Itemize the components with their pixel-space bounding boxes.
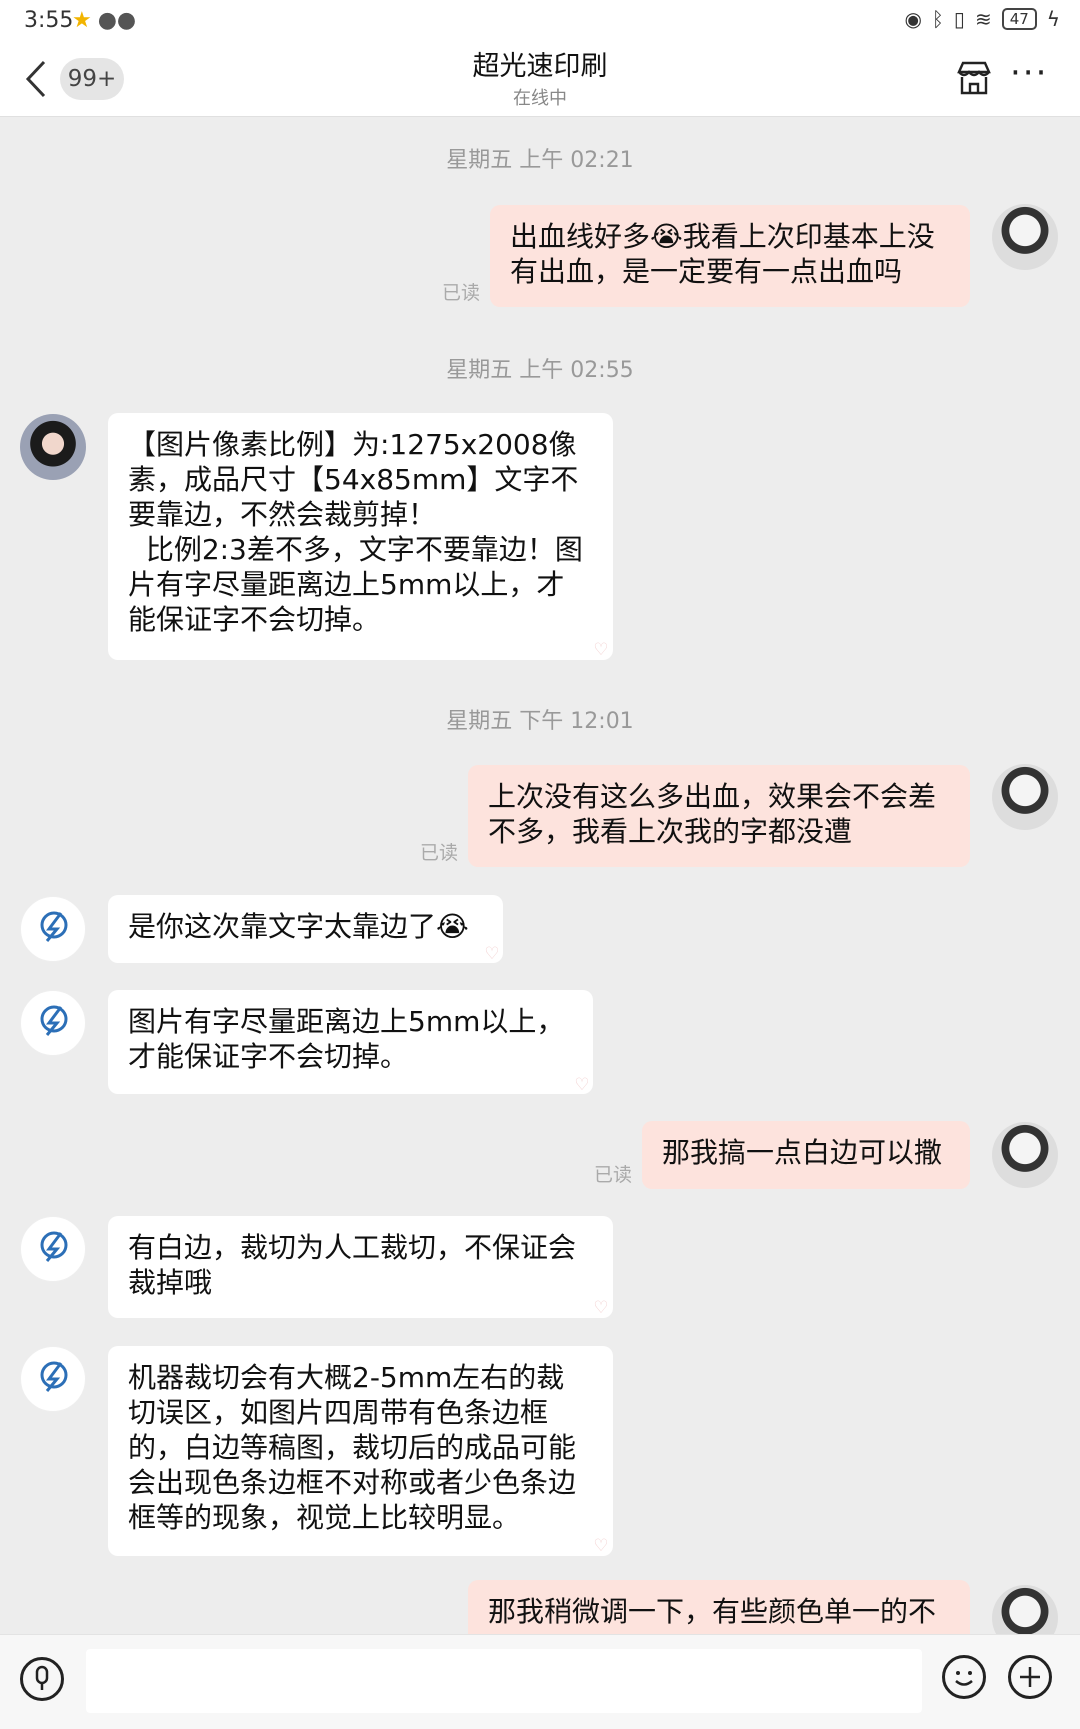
vibrate-icon: ▯ — [953, 7, 965, 31]
message-bubble-incoming[interactable]: 【图片像素比例】为:1275x2008像 素，成品尺寸【54x85mm】文字不 … — [108, 413, 613, 660]
battery-icon: 47 — [1001, 8, 1037, 30]
shop-avatar[interactable] — [20, 1216, 86, 1282]
read-status: 已读 — [442, 282, 481, 304]
my-avatar[interactable] — [992, 1585, 1058, 1634]
partial-message-row: 那我稍微调一下，有些颜色单一的不 — [0, 1580, 1080, 1634]
emoji-glyph — [955, 1671, 973, 1686]
microphone-glyph — [35, 1665, 49, 1690]
microphone-icon[interactable] — [20, 1657, 64, 1701]
store-icon[interactable] — [954, 58, 994, 98]
message-text: 是你这次靠文字太靠边了😭 — [128, 910, 469, 943]
heart-icon: ♡ — [593, 640, 609, 660]
message-text: 【图片像素比例】为:1275x2008像 素，成品尺寸【54x85mm】文字不 … — [128, 428, 583, 636]
plus-glyph — [1020, 1667, 1040, 1687]
message-text: 图片有字尽量距离边上5mm以上， 才能保证字不会切掉。 — [128, 1005, 565, 1073]
charging-icon: ϟ — [1046, 7, 1060, 31]
heart-icon: ♡ — [484, 944, 500, 964]
star-icon: ★ — [72, 8, 92, 33]
shop-avatar[interactable] — [20, 896, 86, 962]
status-bar: 3:55 ★ ●● ◉ ᛒ ▯ ≋ 47 ϟ — [0, 0, 1080, 40]
plus-icon[interactable] — [1008, 1655, 1052, 1699]
my-avatar[interactable] — [992, 764, 1058, 830]
message-text: 机器裁切会有大概2-5mm左右的裁 切误区，如图片四周带有色条边框 的，白边等稿… — [128, 1361, 577, 1534]
my-avatar[interactable] — [992, 1122, 1058, 1188]
emoji-icon[interactable] — [942, 1655, 986, 1699]
message-text: 出血线好多😭我看上次印基本上没 有出血，是一定要有一点出血吗 — [510, 220, 935, 288]
bluetooth-icon: ᛒ — [931, 7, 944, 31]
message-text: 上次没有这么多出血，效果会不会差 不多，我看上次我的字都没遭 — [488, 780, 937, 848]
my-avatar[interactable] — [992, 204, 1058, 270]
message-bubble-incoming[interactable]: 有白边，裁切为人工裁切，不保证会 裁掉哦 — [108, 1216, 613, 1318]
timestamp: 星期五 上午 02:55 — [446, 358, 634, 383]
shop-logo-icon — [40, 1005, 68, 1036]
page-title: 超光速印刷 — [472, 51, 608, 82]
input-bar — [0, 1634, 1080, 1729]
more-options-icon[interactable]: ··· — [1010, 56, 1060, 96]
chat-header: 99+ 超光速印刷 在线中 ··· — [0, 40, 1080, 117]
heart-icon: ♡ — [593, 1298, 609, 1318]
shop-avatar[interactable] — [20, 1346, 86, 1412]
message-text: 那我搞一点白边可以撒 — [662, 1136, 943, 1169]
read-status: 已读 — [420, 842, 459, 864]
heart-icon: ♡ — [593, 1536, 609, 1556]
message-bubble-outgoing[interactable]: 那我搞一点白边可以撒 — [642, 1121, 970, 1189]
message-text: 那我稍微调一下，有些颜色单一的不 — [488, 1595, 937, 1628]
eye-icon: ◉ — [904, 7, 922, 31]
message-bubble-incoming[interactable]: 是你这次靠文字太靠边了😭 — [108, 895, 503, 963]
message-input[interactable] — [86, 1649, 922, 1713]
shop-logo-icon — [40, 1231, 68, 1262]
message-bubble-incoming[interactable]: 图片有字尽量距离边上5mm以上， 才能保证字不会切掉。 — [108, 990, 593, 1094]
online-status: 在线中 — [513, 88, 567, 109]
wifi-icon: ≋ — [974, 7, 992, 31]
wechat-icon: ●● — [97, 8, 137, 33]
message-bubble-outgoing[interactable]: 上次没有这么多出血，效果会不会差 不多，我看上次我的字都没遭 — [468, 765, 970, 867]
status-time: 3:55 — [24, 8, 74, 33]
shop-logo-icon — [40, 911, 68, 942]
message-bubble-outgoing[interactable]: 出血线好多😭我看上次印基本上没 有出血，是一定要有一点出血吗 — [490, 205, 970, 307]
timestamp: 星期五 下午 12:01 — [446, 709, 634, 734]
message-bubble-outgoing[interactable]: 那我稍微调一下，有些颜色单一的不 — [468, 1580, 970, 1634]
message-bubble-incoming[interactable]: 机器裁切会有大概2-5mm左右的裁 切误区，如图片四周带有色条边框 的，白边等稿… — [108, 1346, 613, 1556]
contact-avatar[interactable] — [20, 414, 86, 480]
shop-avatar[interactable] — [20, 990, 86, 1056]
message-text: 有白边，裁切为人工裁切，不保证会 裁掉哦 — [128, 1231, 577, 1299]
read-status: 已读 — [594, 1164, 633, 1186]
timestamp: 星期五 上午 02:21 — [446, 148, 634, 173]
shop-logo-icon — [40, 1361, 68, 1392]
heart-icon: ♡ — [574, 1075, 590, 1095]
